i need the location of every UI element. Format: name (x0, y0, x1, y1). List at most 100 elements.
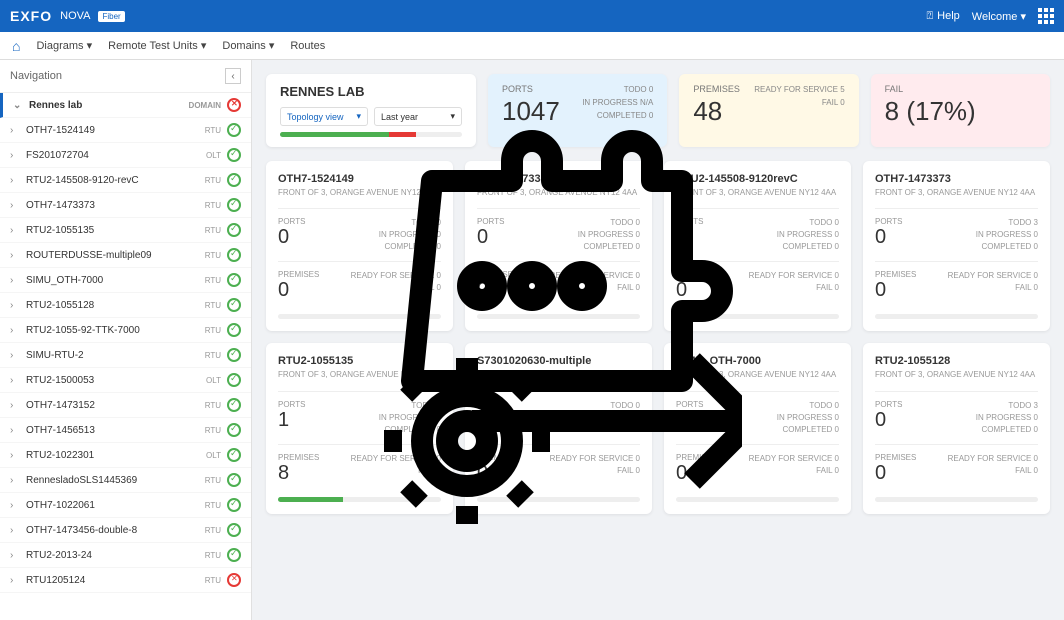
status-ok-icon (227, 398, 241, 412)
device-card[interactable]: SIMU_OTH-7000 FRONT OF 3, ORANGE AVENUE … (664, 343, 851, 513)
stat-breakdown: TODO 0IN PROGRESS N/ACOMPLETED 0 (582, 84, 653, 137)
apps-button[interactable] (1038, 8, 1054, 24)
tree-item-tag: RTU (205, 551, 221, 560)
menu-remote-test-units[interactable]: Remote Test Units ▾ (108, 39, 206, 52)
tree-item[interactable]: › OTH7-1473373 RTU (0, 193, 251, 218)
status-ok-icon (227, 298, 241, 312)
tree-item-tag: RTU (205, 301, 221, 310)
period-select[interactable]: Last year▾ (374, 107, 462, 126)
nav-tree[interactable]: ⌄ Rennes lab DOMAIN › OTH7-1524149 RTU ›… (0, 93, 251, 620)
tree-item[interactable]: › RTU2-1500053 OLT (0, 368, 251, 393)
tree-item-label: ROUTERDUSSE-multiple09 (26, 250, 199, 261)
view-select[interactable]: Topology view▾ (280, 107, 368, 126)
topbar-right: ⍰ Help Welcome ▾ (927, 8, 1054, 24)
stat-card[interactable]: PREMISES 48 READY FOR SERVICE 5FAIL 0 (679, 74, 858, 147)
card-ports: 0 (477, 226, 504, 249)
help-button[interactable]: ⍰ Help (927, 10, 960, 23)
domain-progress (280, 132, 462, 137)
tree-item[interactable]: › SIMU-RTU-2 RTU (0, 343, 251, 368)
card-ports: 0 (676, 409, 703, 432)
card-premises: 0 (676, 462, 717, 485)
card-prem-breakdown: READY FOR SERVICE 0FAIL 0 (550, 270, 640, 302)
tree-item[interactable]: ⌄ Rennes lab DOMAIN (0, 93, 251, 118)
stat-card[interactable]: PORTS 1047 TODO 0IN PROGRESS N/ACOMPLETE… (488, 74, 667, 147)
card-ports: 0 (875, 226, 902, 249)
stat-breakdown: READY FOR SERVICE 5FAIL 0 (754, 84, 844, 137)
chevron-right-icon[interactable]: › (10, 325, 20, 336)
status-ok-icon (227, 248, 241, 262)
tree-item-label: SIMU_OTH-7000 (26, 275, 199, 286)
menu-domains[interactable]: Domains ▾ (222, 39, 274, 52)
chevron-right-icon[interactable]: › (10, 375, 20, 386)
tree-item-label: SIMU-RTU-2 (26, 350, 199, 361)
tree-item[interactable]: › RennesladoSLS1445369 RTU (0, 468, 251, 493)
chevron-right-icon[interactable]: › (10, 275, 20, 286)
chevron-right-icon[interactable]: › (10, 300, 20, 311)
tree-item[interactable]: › RTU2-145508-9120-revC RTU (0, 168, 251, 193)
tree-item[interactable]: › OTH7-1022061 RTU (0, 493, 251, 518)
stat-label: PORTS (502, 84, 560, 94)
card-premises: 0 (278, 279, 319, 302)
card-title: OTH7-1524149 (278, 173, 441, 185)
device-card[interactable]: RTU2-145508-9120revC FRONT OF 3, ORANGE … (664, 161, 851, 331)
device-card[interactable]: RTU2-1055128 FRONT OF 3, ORANGE AVENUE N… (863, 343, 1050, 513)
help-icon: ⍰ (927, 10, 934, 23)
chevron-right-icon[interactable]: › (10, 500, 20, 511)
tree-item-label: OTH7-1456513 (26, 425, 199, 436)
card-ports-breakdown: TODO 0IN PROGRESS 0COMPLETED 0 (777, 400, 839, 436)
tree-item[interactable]: › RTU2-1055-92-TTK-7000 RTU (0, 318, 251, 343)
device-card[interactable]: OTH7-1524149 FRONT OF 3, ORANGE AVENUE N… (266, 161, 453, 331)
tree-item[interactable]: › RTU2-2013-24 RTU (0, 543, 251, 568)
chevron-down-icon: ▾ (356, 111, 361, 122)
tree-item[interactable]: › RTU2-1022301 OLT (0, 443, 251, 468)
chevron-down-icon[interactable]: ⌄ (13, 100, 23, 111)
card-ports-breakdown: TODO 0IN PROGRESS 0COMPLETED 0 (578, 217, 640, 253)
card-premises: 0 (676, 279, 717, 302)
tree-item[interactable]: › OTH7-1524149 RTU (0, 118, 251, 143)
device-card[interactable]: OTH7-1473373 FRONT OF 3, ORANGE AVENUE N… (465, 161, 652, 331)
stat-label: FAIL (885, 84, 976, 94)
tree-item[interactable]: › ROUTERDUSSE-multiple09 RTU (0, 243, 251, 268)
device-card[interactable]: S7301020630-multiple FRONT OF 3, ORANGE … (465, 343, 652, 513)
chevron-right-icon[interactable]: › (10, 550, 20, 561)
card-title: OTH7-1473373 (477, 173, 640, 185)
chevron-right-icon[interactable]: › (10, 450, 20, 461)
chevron-right-icon[interactable]: › (10, 350, 20, 361)
stat-label: PREMISES (693, 84, 740, 94)
menu-routes[interactable]: Routes (290, 40, 325, 52)
tree-item[interactable]: › RTU2-1055128 RTU (0, 293, 251, 318)
card-address: FRONT OF 3, ORANGE AVENUE NY12 4AA (477, 370, 640, 380)
chevron-right-icon[interactable]: › (10, 150, 20, 161)
domain-title: RENNES LAB (280, 84, 462, 99)
chevron-right-icon[interactable]: › (10, 425, 20, 436)
home-icon[interactable]: ⌂ (12, 38, 20, 54)
tree-item[interactable]: › RTU1205124 RTU (0, 568, 251, 593)
tree-item[interactable]: › FS201072704 OLT (0, 143, 251, 168)
chevron-right-icon[interactable]: › (10, 475, 20, 486)
collapse-sidebar-button[interactable]: ‹ (225, 68, 241, 84)
tree-item-tag: RTU (205, 501, 221, 510)
device-card[interactable]: RTU2-1055135 FRONT OF 3, ORANGE AVENUE N… (266, 343, 453, 513)
tree-item-tag: RTU (205, 201, 221, 210)
card-address: FRONT OF 3, ORANGE AVENUE NY12 4AA (278, 370, 441, 380)
tree-item[interactable]: › RTU2-1055135 RTU (0, 218, 251, 243)
tree-item[interactable]: › OTH7-1473456-double-8 RTU (0, 518, 251, 543)
tree-item[interactable]: › OTH7-1473152 RTU (0, 393, 251, 418)
tree-item[interactable]: › OTH7-1456513 RTU (0, 418, 251, 443)
chevron-right-icon[interactable]: › (10, 175, 20, 186)
chevron-right-icon[interactable]: › (10, 400, 20, 411)
chevron-right-icon[interactable]: › (10, 225, 20, 236)
tree-item[interactable]: › SIMU_OTH-7000 RTU (0, 268, 251, 293)
tree-item-label: OTH7-1473152 (26, 400, 199, 411)
menu-diagrams[interactable]: Diagrams ▾ (36, 39, 92, 52)
welcome-dropdown[interactable]: Welcome ▾ (972, 10, 1026, 23)
chevron-right-icon[interactable]: › (10, 575, 20, 586)
chevron-right-icon[interactable]: › (10, 125, 20, 136)
status-ok-icon (227, 148, 241, 162)
chevron-right-icon[interactable]: › (10, 250, 20, 261)
chevron-right-icon[interactable]: › (10, 525, 20, 536)
stat-card[interactable]: FAIL 8 (17%) (871, 74, 1050, 147)
topbar-brand: EXFO NOVA Fiber (10, 8, 125, 24)
chevron-right-icon[interactable]: › (10, 200, 20, 211)
device-card[interactable]: OTH7-1473373 FRONT OF 3, ORANGE AVENUE N… (863, 161, 1050, 331)
